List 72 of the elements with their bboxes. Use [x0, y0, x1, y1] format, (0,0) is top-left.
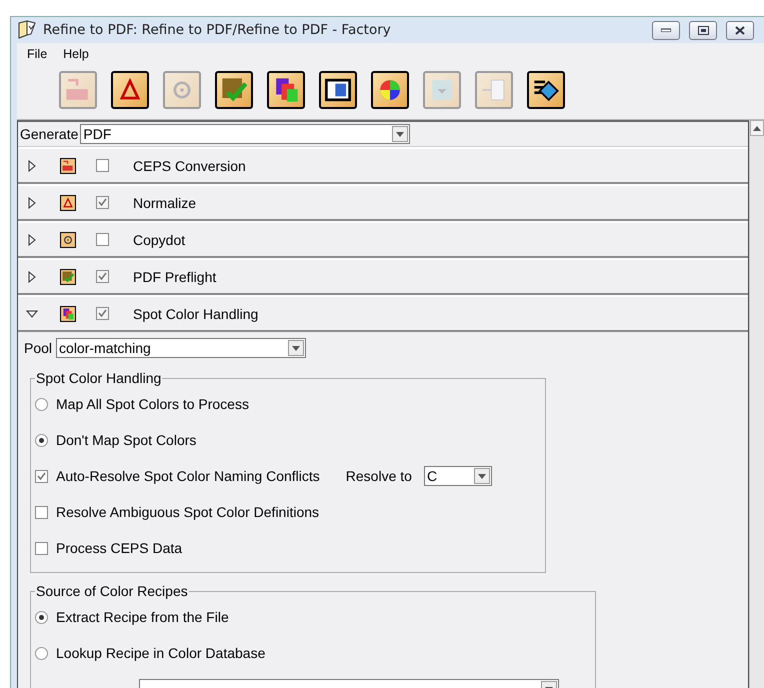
option-label: Lookup Recipe in Color Database [56, 645, 266, 661]
check-mark-icon [37, 472, 46, 480]
collapse-triangle-icon[interactable] [26, 308, 38, 320]
window-title: Refine to PDF: Refine to PDF/Refine to PDF - Factory [43, 22, 392, 38]
check-mark-icon [98, 272, 107, 281]
overlapping-squares-icon [60, 306, 76, 322]
checkbox[interactable] [96, 270, 109, 283]
section-header[interactable]: PDF Preflight [18, 258, 748, 295]
scroll-up-arrow-icon[interactable] [753, 126, 761, 130]
expand-triangle-icon[interactable] [26, 196, 38, 208]
radio-button[interactable] [35, 398, 48, 410]
checkbox[interactable] [96, 307, 109, 320]
expand-triangle-icon[interactable] [26, 234, 38, 246]
radio-button[interactable] [35, 434, 48, 446]
section-title: CEPS Conversion [133, 158, 246, 174]
checkbox[interactable] [35, 542, 48, 554]
group-title: Source of Color Recipes [35, 583, 189, 599]
close-icon [735, 26, 745, 34]
checkbox[interactable] [35, 470, 48, 482]
section-title: Copydot [133, 232, 186, 248]
resolve-dropdown[interactable]: C [424, 466, 492, 486]
checkbox[interactable] [96, 196, 109, 209]
target-icon [60, 232, 76, 248]
toolbar-button[interactable] [319, 71, 357, 109]
section-header[interactable]: CEPS Conversion [18, 147, 748, 184]
app-icon [17, 20, 37, 40]
group-title: Spot Color Handling [35, 370, 162, 386]
checkmark-icon [60, 268, 76, 284]
option-label: Auto-Resolve Spot Color Naming Conflicts [56, 468, 320, 484]
option-label: Don't Map Spot Colors [56, 432, 196, 448]
dropdown-arrow-icon [292, 346, 300, 350]
radio-button[interactable] [35, 646, 48, 660]
section-header[interactable]: Normalize [18, 184, 748, 221]
checkbox[interactable] [35, 506, 48, 518]
expand-triangle-icon[interactable] [26, 270, 38, 282]
scrollbar[interactable] [749, 120, 764, 688]
triangle-icon [60, 194, 76, 210]
option-label: Process CEPS Data [56, 540, 182, 556]
pool-label: Pool [24, 340, 52, 356]
generate-dropdown[interactable]: PDF [80, 124, 410, 144]
section-title: Normalize [133, 194, 196, 210]
dropdown-arrow-icon [478, 474, 486, 478]
toolbar-button[interactable] [267, 71, 305, 109]
resolve-label: Resolve to [346, 468, 412, 484]
dropdown-arrow-icon [396, 132, 404, 136]
check-mark-icon [98, 198, 107, 207]
section-header[interactable]: Copydot [18, 221, 748, 258]
checkbox[interactable] [96, 233, 109, 246]
section-title: Spot Color Handling [133, 306, 258, 322]
menu-item[interactable]: File [21, 46, 54, 62]
expand-triangle-icon[interactable] [26, 160, 38, 172]
maximize-icon [698, 26, 708, 34]
checkbox[interactable] [96, 159, 109, 172]
minimize-icon [661, 28, 671, 32]
close-button[interactable] [726, 20, 754, 40]
radio-button[interactable] [35, 610, 48, 624]
option-label: Map All Spot Colors to Process [56, 396, 249, 412]
option-label: Resolve Ambiguous Spot Color Definitions [56, 504, 320, 520]
section-header[interactable]: Spot Color Handling [18, 295, 748, 332]
check-mark-icon [98, 309, 107, 318]
toolbar-button[interactable] [215, 71, 253, 109]
menu-item[interactable]: Help [57, 46, 95, 62]
generate-label: Generate [19, 126, 80, 142]
maximize-button[interactable] [689, 20, 717, 40]
pool-dropdown[interactable]: color-matching [56, 338, 306, 358]
option-label: Extract Recipe from the File [56, 609, 229, 625]
document-arrow-icon [60, 158, 76, 174]
toolbar-button[interactable] [111, 71, 149, 109]
toolbar-button[interactable] [371, 71, 409, 109]
minimize-button[interactable] [652, 20, 680, 40]
section-title: PDF Preflight [133, 268, 216, 284]
toolbar-button[interactable] [527, 71, 565, 109]
